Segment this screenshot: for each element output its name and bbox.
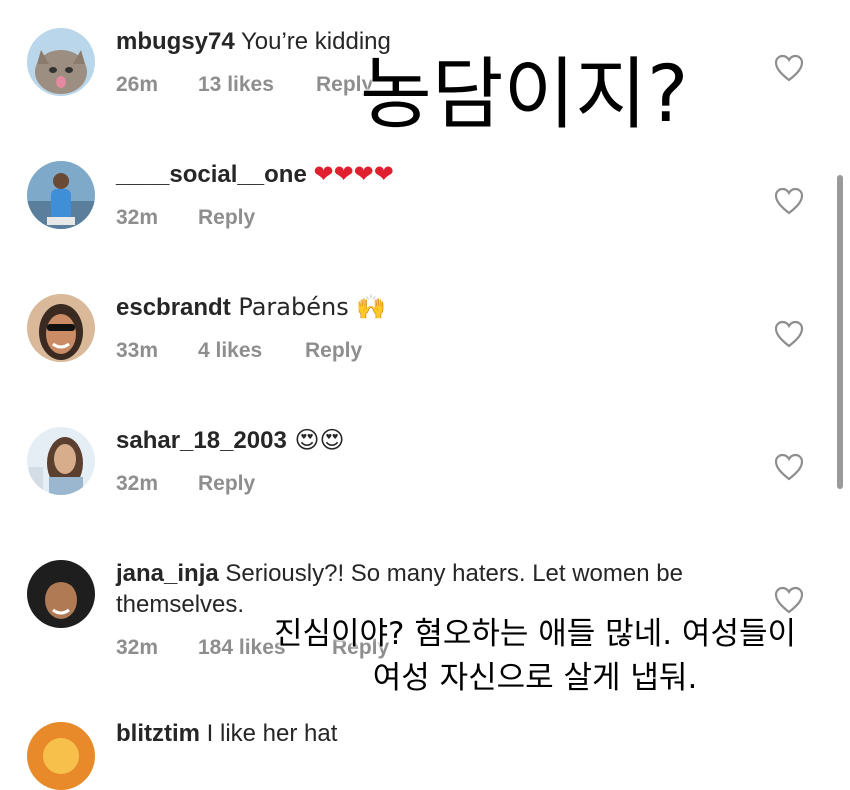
- likes-count[interactable]: 4 likes: [198, 339, 305, 363]
- avatar[interactable]: [27, 161, 95, 229]
- reply-button[interactable]: Reply: [305, 339, 362, 363]
- username[interactable]: escbrandt: [116, 294, 231, 321]
- comment-text: escbrandt Parabéns 🙌: [116, 292, 740, 323]
- comment-meta: 26m 13 likes Reply: [116, 73, 373, 97]
- heart-icon[interactable]: [774, 320, 804, 348]
- reply-button[interactable]: Reply: [198, 472, 255, 496]
- comment-body: ❤❤❤❤: [306, 161, 394, 188]
- scrollbar[interactable]: [837, 175, 843, 489]
- heart-icon[interactable]: [774, 187, 804, 215]
- avatar[interactable]: [27, 28, 95, 96]
- reply-button[interactable]: Reply: [198, 206, 255, 230]
- caption-bottom-line1: 진심이야? 혐오하는 애들 많네. 여성들이: [273, 616, 797, 652]
- username[interactable]: blitztim: [116, 720, 200, 747]
- comment-text: sahar_18_2003 😍😍: [116, 425, 740, 456]
- timestamp: 32m: [116, 206, 159, 229]
- heart-icon[interactable]: [774, 54, 804, 82]
- comment-meta: 32m Reply: [116, 206, 255, 230]
- timestamp: 32m: [116, 472, 159, 495]
- comment-meta: 33m 4 likes Reply: [116, 339, 362, 363]
- username[interactable]: jana_inja: [116, 560, 219, 587]
- caption-bottom: 진심이야? 혐오하는 애들 많네. 여성들이 여성 자신으로 살게 냅둬.: [250, 612, 820, 700]
- likes-count[interactable]: 13 likes: [198, 73, 316, 97]
- username[interactable]: ____social__one: [116, 161, 307, 188]
- comment-body: 😍😍: [286, 426, 345, 454]
- username[interactable]: mbugsy74: [116, 28, 235, 55]
- comment-text: jana_inja Seriously?! So many haters. Le…: [116, 558, 730, 620]
- comment-meta: 32m Reply: [116, 472, 255, 496]
- avatar[interactable]: [27, 294, 95, 362]
- comment-text: blitztim I like her hat: [116, 718, 740, 749]
- heart-icon[interactable]: [774, 586, 804, 614]
- caption-top: 농담이지?: [360, 50, 689, 140]
- timestamp: 26m: [116, 73, 159, 96]
- comment-text: ____social__one ❤❤❤❤: [116, 159, 740, 190]
- caption-bottom-line2: 여성 자신으로 살게 냅둬.: [372, 660, 698, 696]
- avatar[interactable]: [27, 427, 95, 495]
- comment-body: Parabéns 🙌: [230, 293, 387, 321]
- timestamp: 33m: [116, 339, 159, 362]
- avatar[interactable]: [27, 560, 95, 628]
- timestamp: 32m: [116, 636, 159, 659]
- heart-icon[interactable]: [774, 453, 804, 481]
- comment-body: I like her hat: [200, 720, 338, 747]
- username[interactable]: sahar_18_2003: [116, 427, 287, 454]
- avatar[interactable]: [27, 722, 95, 790]
